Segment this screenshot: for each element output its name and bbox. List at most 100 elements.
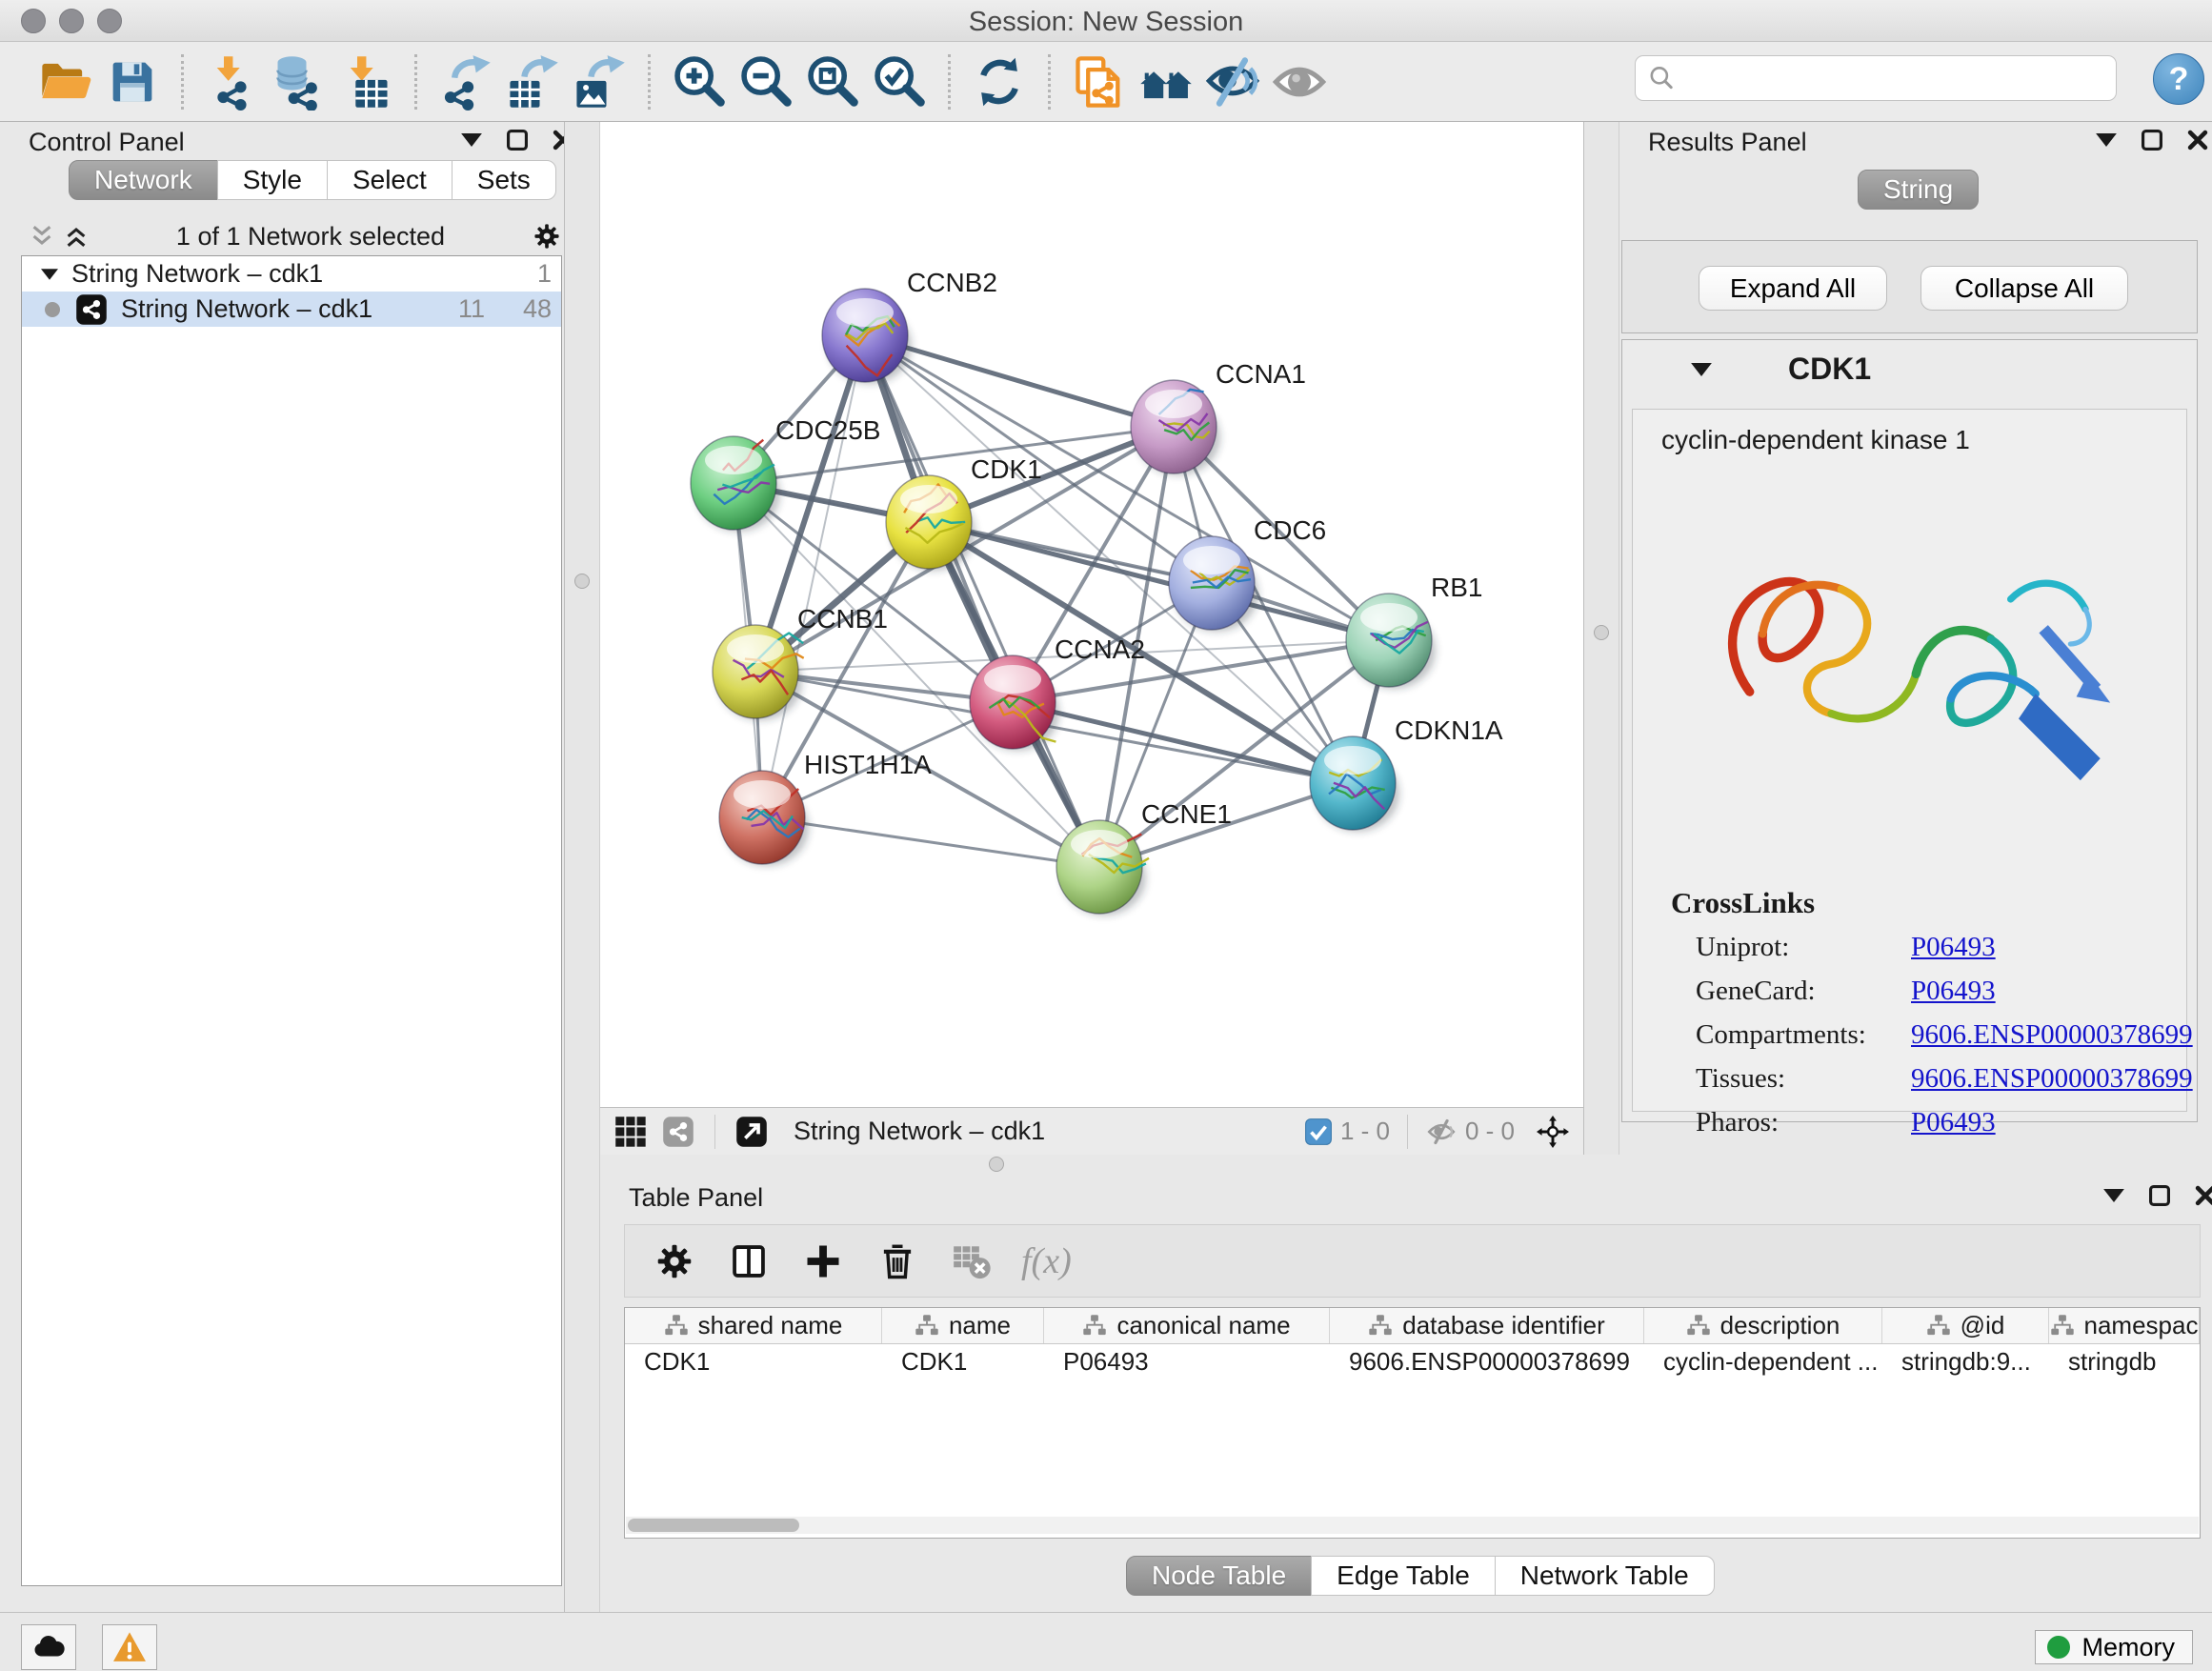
fit-content-button[interactable] xyxy=(799,49,866,115)
warnings-button[interactable] xyxy=(102,1624,157,1670)
network-edge[interactable] xyxy=(762,335,865,817)
import-network-database-button[interactable] xyxy=(266,49,332,115)
column-header-description[interactable]: description xyxy=(1644,1308,1882,1343)
network-node-RB1[interactable]: RB1 xyxy=(1346,573,1482,689)
delete-column-button[interactable] xyxy=(873,1237,922,1286)
selected-checkbox-icon[interactable] xyxy=(1304,1117,1333,1146)
table-cell[interactable]: CDK1 xyxy=(882,1344,1044,1380)
tab-network-table[interactable]: Network Table xyxy=(1495,1556,1715,1596)
splitter-handle[interactable] xyxy=(574,574,590,589)
tab-string[interactable]: String xyxy=(1858,170,1979,210)
zoom-out-button[interactable] xyxy=(733,49,799,115)
zoom-selected-button[interactable] xyxy=(866,49,933,115)
grid-view-button[interactable] xyxy=(612,1113,650,1151)
table-cell[interactable]: cyclin-dependent ... xyxy=(1644,1344,1882,1380)
table-cell[interactable]: P06493 xyxy=(1044,1344,1330,1380)
network-edge[interactable] xyxy=(762,817,1099,867)
help-button[interactable]: ? xyxy=(2153,53,2204,105)
export-image-button[interactable] xyxy=(566,49,633,115)
apply-layout-button[interactable] xyxy=(966,49,1033,115)
panel-float-icon[interactable] xyxy=(2149,1185,2170,1206)
left-splitter[interactable] xyxy=(564,122,600,1612)
right-splitter[interactable] xyxy=(1583,122,1619,1155)
add-column-button[interactable] xyxy=(798,1237,848,1286)
tab-node-table[interactable]: Node Table xyxy=(1126,1556,1312,1596)
network-edge[interactable] xyxy=(865,335,1099,867)
network-options-gear-icon[interactable] xyxy=(532,221,562,252)
search-input[interactable] xyxy=(1676,64,2104,93)
tab-network[interactable]: Network xyxy=(69,160,218,200)
expand-all-icon[interactable] xyxy=(63,223,90,250)
horizontal-splitter[interactable] xyxy=(600,1155,2212,1174)
network-node-CDC25B[interactable]: CDC25B xyxy=(691,415,880,532)
panel-close-icon[interactable] xyxy=(2195,1185,2212,1206)
home-pages-button[interactable] xyxy=(1133,49,1199,115)
table-cell[interactable]: CDK1 xyxy=(625,1344,882,1380)
column-header-namespac[interactable]: namespac xyxy=(2049,1308,2200,1343)
network-node-CCNE1[interactable]: CCNE1 xyxy=(1056,799,1232,916)
import-network-file-button[interactable] xyxy=(199,49,266,115)
tab-sets[interactable]: Sets xyxy=(452,160,556,200)
table-cell[interactable]: stringdb:9... xyxy=(1882,1344,2049,1380)
birds-eye-toggle-button[interactable] xyxy=(1534,1113,1572,1151)
network-node-CCNA1[interactable]: CCNA1 xyxy=(1131,359,1306,475)
panel-float-icon[interactable] xyxy=(2142,130,2162,151)
table-row[interactable]: CDK1CDK1P064939606.ENSP00000378699cyclin… xyxy=(625,1344,2200,1380)
function-builder-button[interactable]: f(x) xyxy=(1021,1240,1072,1282)
crosslink-link[interactable]: 9606.ENSP00000378699 xyxy=(1911,1019,2193,1051)
splitter-handle[interactable] xyxy=(1594,625,1609,640)
crosslink-link[interactable]: 9606.ENSP00000378699 xyxy=(1911,1063,2193,1095)
collapse-all-button[interactable]: Collapse All xyxy=(1920,266,2128,311)
panel-float-icon[interactable] xyxy=(507,130,528,151)
tab-select[interactable]: Select xyxy=(327,160,452,200)
panel-menu-icon[interactable] xyxy=(461,133,482,147)
detach-view-button[interactable] xyxy=(733,1113,771,1151)
open-session-button[interactable] xyxy=(32,49,99,115)
collapse-all-icon[interactable] xyxy=(29,223,55,250)
column-header-database-identifier[interactable]: database identifier xyxy=(1330,1308,1644,1343)
table-options-button[interactable] xyxy=(650,1237,699,1286)
table-cell[interactable]: 9606.ENSP00000378699 xyxy=(1330,1344,1644,1380)
column-header-canonical-name[interactable]: canonical name xyxy=(1044,1308,1330,1343)
memory-button[interactable]: Memory xyxy=(2035,1630,2193,1664)
save-session-button[interactable] xyxy=(99,49,166,115)
crosslink-link[interactable]: P06493 xyxy=(1911,1107,2193,1138)
network-canvas[interactable]: CCNB2CCNA1CDC25BCDK1CDC6RB1CCNB1CCNA2CDK… xyxy=(600,122,1583,1107)
import-table-file-button[interactable] xyxy=(332,49,399,115)
show-all-button[interactable] xyxy=(1266,49,1333,115)
tab-style[interactable]: Style xyxy=(217,160,328,200)
network-edge[interactable] xyxy=(1013,702,1353,783)
delete-table-button[interactable] xyxy=(947,1237,996,1286)
network-row[interactable]: String Network – cdk1 11 48 xyxy=(22,292,561,327)
gene-section-header[interactable]: CDK1 xyxy=(1622,352,2197,387)
show-columns-button[interactable] xyxy=(724,1237,774,1286)
section-collapse-icon[interactable] xyxy=(1691,363,1712,376)
clone-network-button[interactable] xyxy=(1066,49,1133,115)
export-table-button[interactable] xyxy=(499,49,566,115)
tab-edge-table[interactable]: Edge Table xyxy=(1311,1556,1496,1596)
crosslink-link[interactable]: P06493 xyxy=(1911,976,2193,1007)
splitter-handle[interactable] xyxy=(989,1157,1004,1172)
table-horizontal-scrollbar[interactable] xyxy=(626,1517,2199,1534)
column-header--id[interactable]: @id xyxy=(1882,1308,2049,1343)
panel-menu-icon[interactable] xyxy=(2103,1189,2124,1202)
export-network-button[interactable] xyxy=(432,49,499,115)
scrollbar-thumb[interactable] xyxy=(628,1519,799,1532)
cloud-status-button[interactable] xyxy=(21,1624,76,1670)
network-node-CDKN1A[interactable]: CDKN1A xyxy=(1310,715,1503,832)
column-header-shared-name[interactable]: shared name xyxy=(625,1308,882,1343)
network-node-HIST1H1A[interactable]: HIST1H1A xyxy=(719,750,932,866)
column-header-name[interactable]: name xyxy=(882,1308,1044,1343)
zoom-in-button[interactable] xyxy=(666,49,733,115)
crosslink-link[interactable]: P06493 xyxy=(1911,932,2193,963)
panel-close-icon[interactable] xyxy=(2187,130,2208,151)
table-cell[interactable]: stringdb xyxy=(2049,1344,2200,1380)
tree-expander-icon[interactable] xyxy=(41,269,58,280)
network-node-CCNB1[interactable]: CCNB1 xyxy=(713,604,888,720)
network-view-mode-button[interactable] xyxy=(659,1113,697,1151)
toolbar-separator xyxy=(714,1115,715,1149)
expand-all-button[interactable]: Expand All xyxy=(1699,266,1887,311)
hide-selected-button[interactable] xyxy=(1199,49,1266,115)
network-collection-row[interactable]: String Network – cdk1 1 xyxy=(22,256,561,292)
panel-menu-icon[interactable] xyxy=(2096,133,2117,147)
